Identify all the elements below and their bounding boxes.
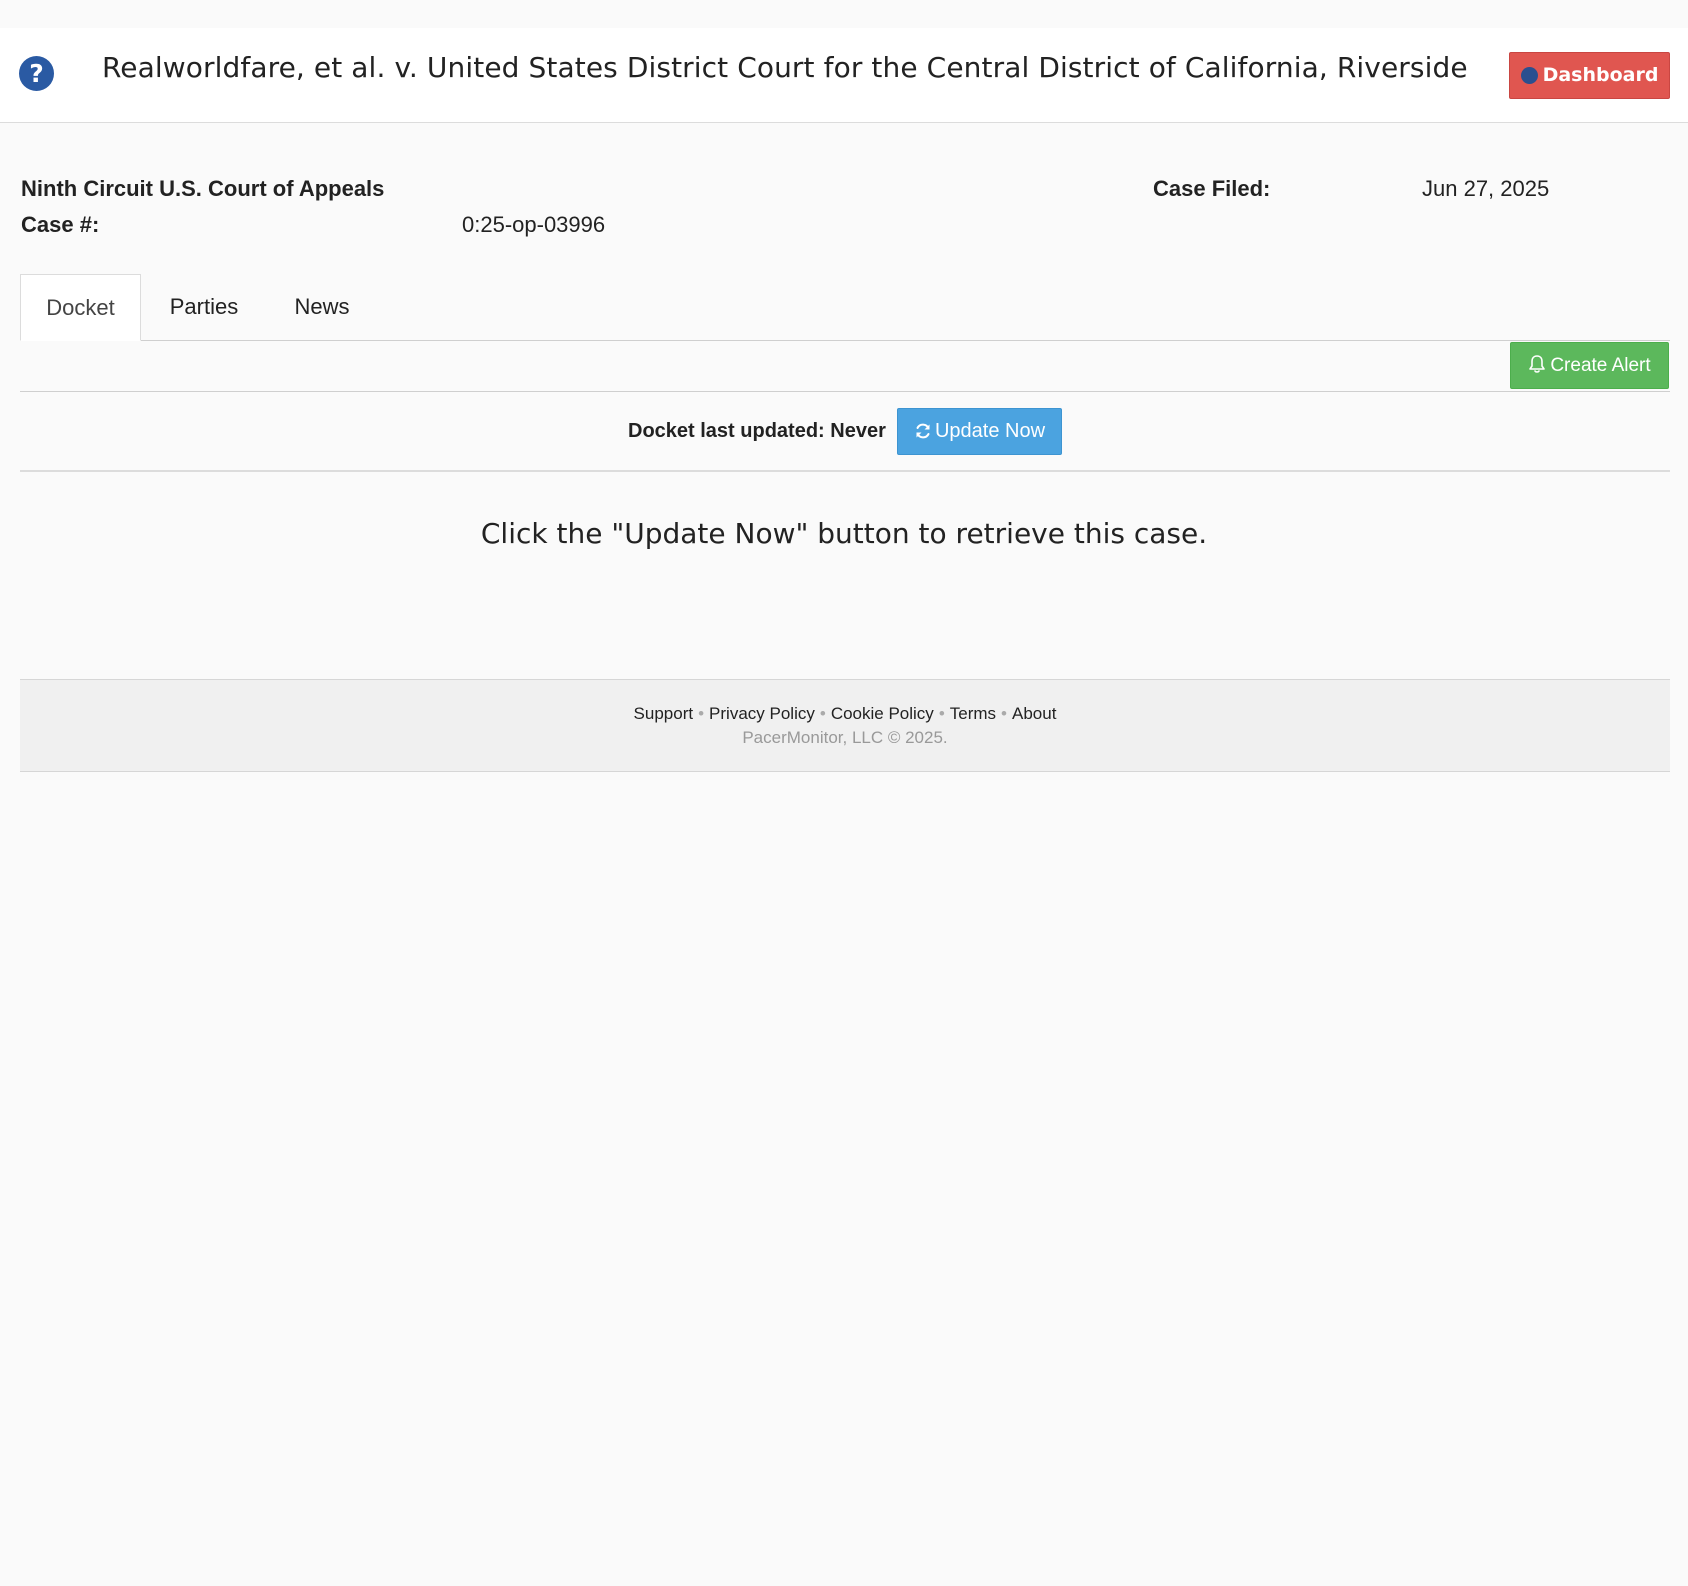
docket-update-row: Docket last updated: Never Update Now bbox=[20, 392, 1670, 472]
dashboard-button-label: Dashboard bbox=[1542, 64, 1659, 86]
footer: Support • Privacy Policy • Cookie Policy • Ter… bbox=[20, 679, 1670, 772]
tab-bar: Docket Parties News bbox=[20, 274, 1670, 341]
case-filed-label: Case Filed: bbox=[1153, 176, 1271, 201]
footer-links: Support • Privacy Policy • Cookie Policy • Ter… bbox=[20, 703, 1670, 725]
footer-copyright: PacerMonitor, LLC © 2025. bbox=[742, 728, 948, 747]
case-filed-value: Jun 27, 2025 bbox=[1422, 176, 1550, 201]
footer-link-cookie-policy[interactable]: Cookie Policy bbox=[831, 704, 934, 723]
page-title: Realworldfare, et al. v. United States D… bbox=[102, 51, 1468, 84]
tab-news[interactable]: News bbox=[286, 274, 358, 341]
question-circle-icon[interactable]: ? bbox=[19, 56, 54, 91]
footer-separator: • bbox=[819, 704, 826, 723]
refresh-icon bbox=[916, 423, 930, 439]
toolbar: Create Alert bbox=[20, 341, 1670, 392]
court-name: Ninth Circuit U.S. Court of Appeals bbox=[21, 176, 385, 201]
footer-link-about[interactable]: About bbox=[1012, 704, 1056, 723]
update-now-label: Update Now bbox=[934, 420, 1046, 442]
footer-separator: • bbox=[938, 704, 945, 723]
bell-icon bbox=[1529, 355, 1546, 373]
footer-link-privacy-policy[interactable]: Privacy Policy bbox=[709, 704, 815, 723]
docket-last-updated: Docket last updated: Never bbox=[628, 420, 886, 442]
create-alert-button[interactable]: Create Alert bbox=[1510, 342, 1669, 389]
top-bar: ? Realworldfare, et al. v. United States… bbox=[0, 28, 1688, 123]
tab-parties[interactable]: Parties bbox=[160, 274, 248, 341]
dashboard-button[interactable]: Dashboard bbox=[1509, 52, 1670, 99]
create-alert-label: Create Alert bbox=[1550, 355, 1651, 376]
tab-docket[interactable]: Docket bbox=[20, 274, 141, 341]
footer-separator: • bbox=[698, 704, 705, 723]
footer-separator: • bbox=[1001, 704, 1007, 723]
footer-link-terms[interactable]: Terms bbox=[950, 704, 996, 723]
case-number-value: 0:25-op-03996 bbox=[462, 212, 606, 237]
circle-icon bbox=[1520, 67, 1538, 84]
retrieve-message: Click the "Update Now" button to retriev… bbox=[480, 517, 1208, 550]
update-now-button[interactable]: Update Now bbox=[897, 408, 1062, 455]
case-number-label: Case #: bbox=[21, 212, 100, 237]
footer-link-support[interactable]: Support bbox=[634, 704, 694, 723]
